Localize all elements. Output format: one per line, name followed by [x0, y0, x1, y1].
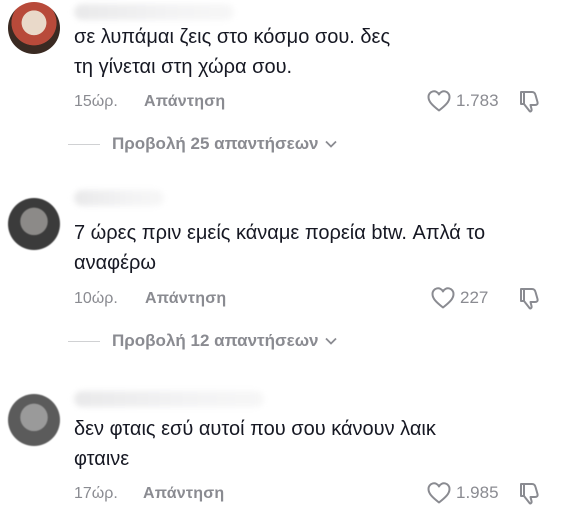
- like-button[interactable]: 1.783: [426, 89, 499, 113]
- reply-button[interactable]: Απάντηση: [143, 485, 224, 503]
- like-count: 1.783: [456, 91, 499, 110]
- view-replies-label: Προβολή 25 απαντήσεων: [112, 134, 319, 153]
- like-count: 227: [460, 288, 489, 307]
- chevron-down-icon: [324, 140, 337, 148]
- comment-text: σε λυπάμαι ζεις στο κόσμο σου. δες τη γί…: [74, 26, 391, 78]
- comment-time: 17ώρ.: [74, 485, 118, 502]
- heart-icon: [427, 482, 451, 504]
- view-replies-button[interactable]: Προβολή 12 απαντήσεων: [68, 331, 337, 351]
- reply-button[interactable]: Απάντηση: [145, 290, 226, 308]
- view-replies-button[interactable]: Προβολή 25 απαντήσεων: [68, 134, 337, 154]
- dislike-icon[interactable]: [516, 285, 542, 311]
- comment-text: 7 ώρες πριν εμείς κάναμε πορεία btw. Απλ…: [74, 222, 486, 274]
- dislike-icon[interactable]: [516, 88, 542, 114]
- dislike-icon[interactable]: [516, 480, 542, 506]
- like-button[interactable]: 1.985: [426, 481, 499, 505]
- divider: [68, 143, 100, 145]
- view-replies-label: Προβολή 12 απαντήσεων: [112, 331, 319, 350]
- avatar[interactable]: [8, 2, 60, 54]
- comment-time: 10ώρ.: [74, 290, 118, 307]
- username-blurred: [74, 4, 234, 20]
- divider: [68, 340, 100, 342]
- avatar[interactable]: [8, 198, 60, 250]
- like-count: 1.985: [456, 483, 499, 502]
- comment-time: 15ώρ.: [74, 93, 118, 110]
- like-button[interactable]: 227: [430, 286, 488, 310]
- username-blurred: [74, 391, 264, 407]
- reply-button[interactable]: Απάντηση: [144, 93, 225, 111]
- heart-icon: [431, 287, 455, 309]
- username-blurred: [74, 190, 164, 206]
- avatar[interactable]: [8, 394, 60, 446]
- chevron-down-icon: [324, 337, 337, 345]
- heart-icon: [427, 90, 451, 112]
- comment-text: δεν φταις εσύ αυτοί που σου κάνουν λαικ …: [74, 418, 436, 470]
